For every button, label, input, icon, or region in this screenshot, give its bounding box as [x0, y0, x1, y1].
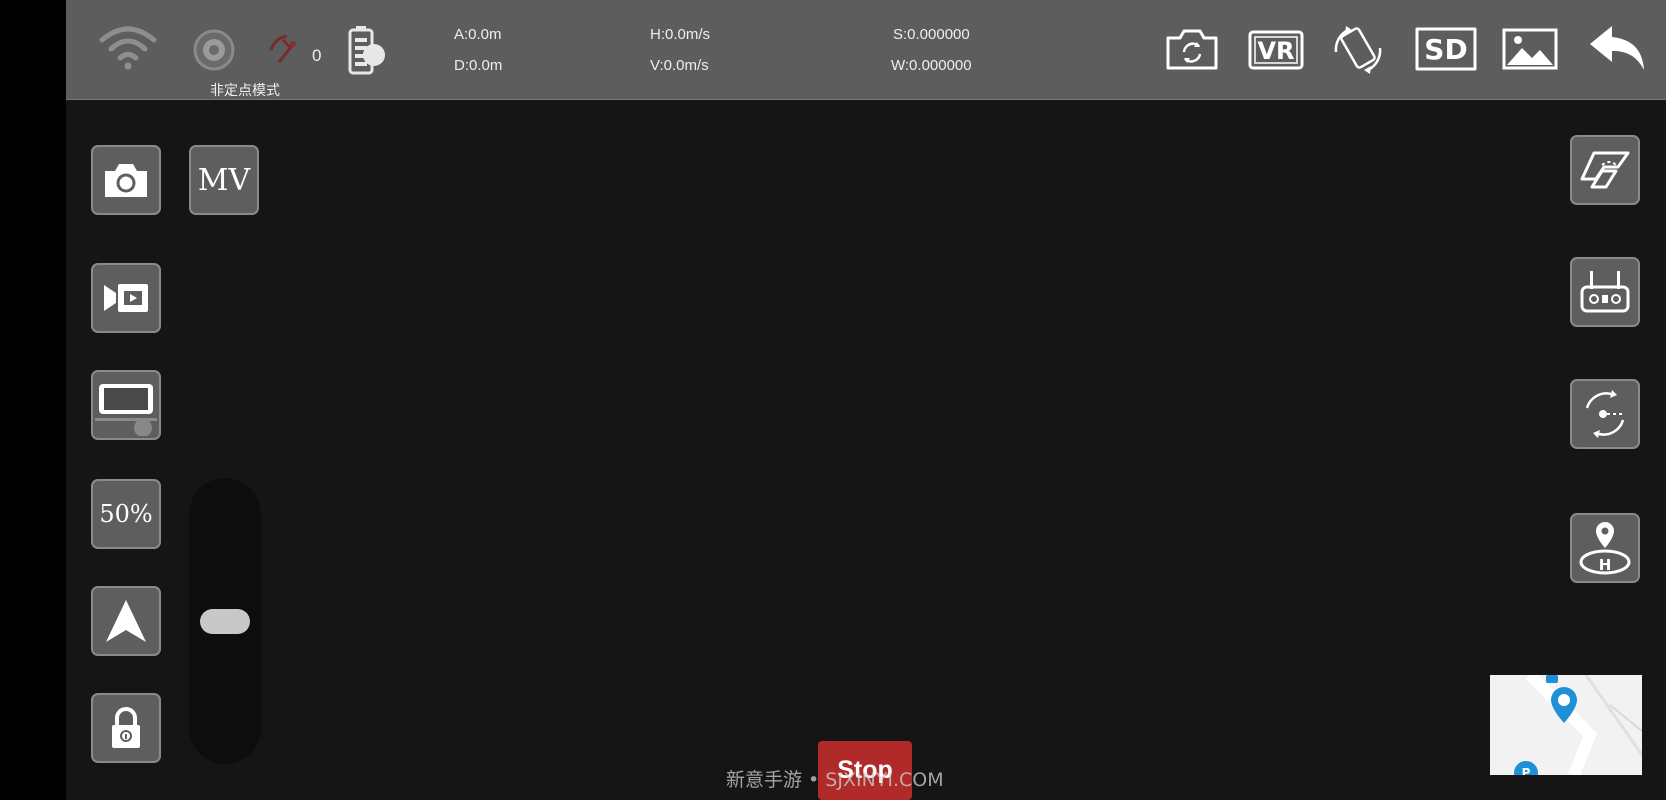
wifi-icon	[98, 22, 158, 72]
transit-icon	[1546, 675, 1558, 683]
parking-icon: P	[1514, 761, 1538, 775]
lock-button[interactable]	[91, 693, 161, 763]
take-photo-button[interactable]	[91, 145, 161, 215]
gallery-icon[interactable]	[1502, 28, 1558, 70]
mv-label: MV	[197, 162, 251, 198]
horizontal-speed-readout: H:0.0m/s	[650, 26, 711, 43]
camera-icon	[105, 164, 147, 197]
satellite-count: 0	[312, 46, 322, 65]
speed-label: 50%	[99, 500, 153, 528]
s-coordinate-readout: S:0.000000	[893, 26, 970, 43]
vr-label: VR	[1257, 37, 1294, 65]
svg-text:H: H	[1599, 556, 1612, 574]
gps-signal-icon	[192, 28, 236, 72]
battery-icon	[346, 25, 388, 75]
back-icon[interactable]	[1588, 24, 1648, 74]
status-bar: 非定点模式 0 A:0.0m D:0.0m H:0.0m/s V:0.0m/s …	[66, 0, 1666, 100]
record-video-button[interactable]	[91, 263, 161, 333]
mv-button[interactable]: MV	[189, 145, 259, 215]
mode-label: 非定点模式	[210, 83, 280, 99]
altitude-readout: A:0.0m	[454, 26, 502, 43]
return-home-button[interactable]: H	[1570, 513, 1640, 583]
vr-icon[interactable]: VR	[1248, 30, 1304, 70]
watermark-text: 新意手游 • SJXINYI.COM	[726, 769, 944, 791]
distance-readout: D:0.0m	[454, 57, 503, 74]
headless-mode-button[interactable]	[91, 586, 161, 656]
navigate-arrow-icon	[106, 600, 146, 642]
minimap[interactable]: P	[1490, 675, 1642, 775]
rotate-screen-icon[interactable]	[1330, 24, 1386, 76]
screen-layout-button[interactable]	[91, 370, 161, 440]
remote-controller-button[interactable]	[1570, 257, 1640, 327]
speed-button[interactable]: 50%	[91, 479, 161, 549]
vertical-speed-readout: V:0.0m/s	[650, 57, 709, 74]
app-screen: 非定点模式 0 A:0.0m D:0.0m H:0.0m/s V:0.0m/s …	[66, 0, 1666, 800]
orbit-icon	[1585, 390, 1625, 438]
camera-switch-icon[interactable]	[1164, 26, 1220, 72]
throttle-slider-thumb[interactable]	[200, 609, 250, 634]
screen-layout-icon	[95, 384, 157, 436]
remote-controller-icon	[1580, 271, 1630, 313]
sd-label: SD	[1424, 33, 1467, 66]
orbit-button[interactable]	[1570, 379, 1640, 449]
svg-text:P: P	[1522, 766, 1531, 775]
home-point-icon: H	[1579, 522, 1631, 575]
sd-card-icon[interactable]: SD	[1414, 26, 1478, 72]
w-coordinate-readout: W:0.000000	[891, 57, 972, 74]
lock-icon	[112, 707, 140, 748]
flight-path-button[interactable]	[1570, 135, 1640, 205]
video-record-icon	[104, 284, 148, 312]
satellite-icon	[261, 32, 311, 70]
flight-path-icon	[1580, 151, 1630, 189]
